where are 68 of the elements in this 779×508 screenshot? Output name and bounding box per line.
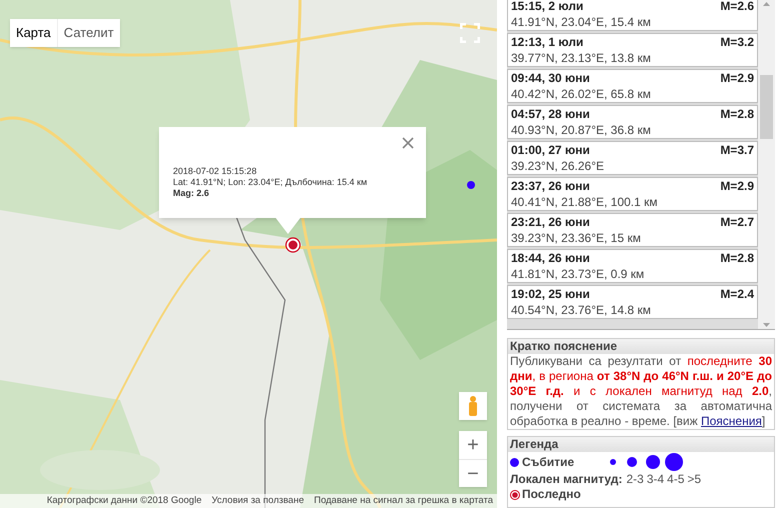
- event-time: 12:13, 1 юли: [511, 34, 584, 50]
- summary-text: Публикувани са резултати от последните 30 дни, в региона от 38°N до 46°N г.ш. и 20°E до 30°E г.д. и с локален магнитуд над 2.0, получени от системата за автоматична обработка в реално - време. [виж Пояснения]: [509, 354, 773, 429]
- explanations-link[interactable]: Пояснения: [700, 414, 762, 428]
- event-details: 40.41°N, 21.88°E, 100.1 км: [511, 194, 658, 210]
- event-time: 23:21, 26 юни: [511, 214, 590, 230]
- event-magnitude: M=2.6: [720, 0, 754, 14]
- event-details: 41.81°N, 23.73°E, 0.9 км: [511, 266, 644, 282]
- event-marker-icon[interactable]: [467, 181, 475, 189]
- map-type-tab[interactable]: Карта: [10, 19, 57, 47]
- event-dot-icon: [510, 458, 519, 466]
- map-type-tab[interactable]: Сателит: [56, 19, 120, 47]
- magnitude-scale-icon: [608, 452, 684, 472]
- event-time: 23:37, 26 юни: [511, 178, 590, 194]
- info-location: Lat: 41.91°N; Lon: 23.04°E; Дълбочина: 15.4 км: [173, 177, 368, 188]
- magnitude-range: 3-4: [646, 472, 664, 487]
- zoom-in-button[interactable]: +: [459, 431, 487, 459]
- close-icon[interactable]: [401, 136, 415, 150]
- attribution-link[interactable]: Подаване на сигнал за грешка в картата: [314, 494, 493, 508]
- scrollbar[interactable]: [758, 0, 775, 329]
- event-magnitude: M=2.9: [720, 178, 754, 194]
- zoom-out-button[interactable]: −: [459, 459, 487, 487]
- latest-marker-icon: [510, 490, 520, 500]
- event-item[interactable]: 12:13, 1 юли M=3.2 39.77°N, 23.13°E, 13.8 км: [507, 33, 758, 67]
- event-magnitude: M=2.4: [720, 286, 754, 302]
- legend-label: Локален магнитуд:: [510, 472, 622, 487]
- event-details: 40.42°N, 26.02°E, 65.8 км: [511, 86, 651, 102]
- event-time: 18:44, 26 юни: [511, 250, 590, 266]
- attribution-link[interactable]: Условия за ползване: [212, 494, 304, 508]
- magnitude-range: >5: [687, 472, 702, 487]
- event-time: 01:00, 27 юни: [511, 142, 590, 158]
- magnitude-range: 2-3: [626, 472, 644, 487]
- event-item[interactable]: 15:15, 2 юли M=2.6 41.91°N, 23.04°E, 15.4 км: [507, 0, 758, 31]
- event-details: 39.23°N, 23.36°E, 15 км: [511, 230, 641, 246]
- event-item[interactable]: 04:57, 28 юни M=2.8 40.93°N, 20.87°E, 36.8 км: [507, 105, 758, 139]
- legend-label: Събитие: [522, 454, 576, 470]
- event-details: 39.23°N, 26.26°E: [511, 158, 604, 174]
- attribution-text: Картографски данни ©2018 Google: [46, 494, 202, 508]
- event-details: 40.54°N, 23.76°E, 14.8 км: [511, 302, 651, 318]
- event-time: 15:15, 2 юли: [511, 0, 584, 14]
- event-item[interactable]: 23:37, 26 юни M=2.9 40.41°N, 21.88°E, 100.1 км: [507, 177, 758, 211]
- event-time: 09:44, 30 юни: [511, 70, 590, 86]
- event-details: 41.91°N, 23.04°E, 15.4 км: [511, 14, 651, 30]
- scrollbar-thumb[interactable]: [760, 75, 773, 139]
- pegman-icon[interactable]: [459, 392, 487, 420]
- section-title: Кратко пояснение: [508, 339, 774, 354]
- event-magnitude: M=3.7: [720, 142, 754, 158]
- event-magnitude: M=2.8: [720, 250, 754, 266]
- scroll-up-icon[interactable]: [763, 2, 770, 6]
- event-magnitude: M=2.9: [720, 70, 754, 86]
- magnitude-range: 4-5: [667, 472, 684, 487]
- event-magnitude: M=3.2: [720, 34, 754, 50]
- scroll-down-icon[interactable]: [763, 323, 770, 327]
- section-title: Легенда: [508, 437, 774, 452]
- event-magnitude: M=2.8: [720, 106, 754, 122]
- event-time: 19:02, 25 юни: [511, 286, 590, 302]
- event-time: 04:57, 28 юни: [511, 106, 590, 122]
- latest-marker-icon[interactable]: [285, 237, 301, 253]
- info-magnitude: Mag: 2.6: [173, 188, 210, 199]
- legend-label: Последно: [522, 487, 581, 502]
- event-details: 40.93°N, 20.87°E, 36.8 км: [511, 122, 651, 138]
- event-item[interactable]: 09:44, 30 юни M=2.9 40.42°N, 26.02°E, 65.8 км: [507, 69, 758, 103]
- info-datetime: 2018-07-02 15:15:28: [173, 166, 257, 177]
- event-magnitude: M=2.7: [720, 214, 754, 230]
- event-item[interactable]: 23:21, 26 юни M=2.7 39.23°N, 23.36°E, 15 км: [507, 213, 758, 247]
- event-item[interactable]: 01:00, 27 юни M=3.7 39.23°N, 26.26°E: [507, 141, 758, 175]
- event-item[interactable]: 19:02, 25 юни M=2.4 40.54°N, 23.76°E, 14.8 км: [507, 285, 758, 319]
- event-details: 39.77°N, 23.13°E, 13.8 км: [511, 50, 651, 66]
- event-item[interactable]: 18:44, 26 юни M=2.8 41.81°N, 23.73°E, 0.9 км: [507, 249, 758, 283]
